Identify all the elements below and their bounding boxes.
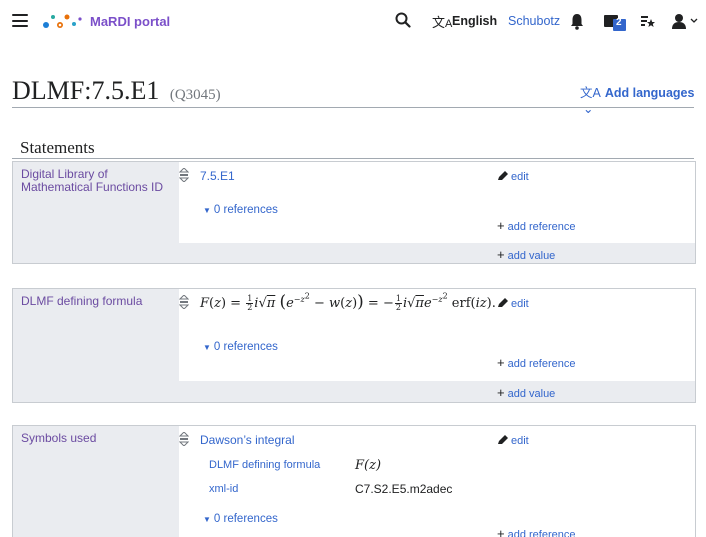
- property-label[interactable]: DLMF defining formula: [13, 289, 179, 314]
- user-menu-icon[interactable]: [672, 13, 698, 29]
- rank-selector-icon[interactable]: [179, 295, 189, 309]
- plus-icon: +: [497, 355, 505, 370]
- plus-icon: +: [497, 385, 505, 400]
- bell-icon[interactable]: [570, 13, 584, 30]
- qualifier-property[interactable]: DLMF defining formula: [209, 459, 320, 471]
- statement: F(z) = 1 2 i√π (e−z2 − w(z)) = −1 2 i√πe−z2 …: [179, 289, 695, 381]
- entity-label: DLMF:7.5.E1: [12, 76, 160, 105]
- edit-button[interactable]: edit: [497, 170, 529, 183]
- add-reference-label: add reference: [507, 221, 576, 233]
- brand-name[interactable]: MaRDI portal: [90, 14, 170, 29]
- main-menu-icon[interactable]: [12, 14, 28, 27]
- statement: Dawson’s integral edit DLMF defining for…: [179, 426, 695, 537]
- references-label: 0 references: [213, 204, 278, 216]
- references-toggle[interactable]: ▼ 0 references: [203, 341, 278, 353]
- statement: 7.5.E1 edit ▼ 0 references + add reference: [179, 162, 695, 243]
- formula-value: F(z) = 1 2 i√π (e−z2 − w(z)) = −1 2 i√πe−z2 …: [200, 291, 496, 312]
- qualifier-value: F(z): [355, 458, 382, 473]
- entity-id: (Q3045): [169, 87, 221, 103]
- edit-label: edit: [511, 298, 529, 310]
- references-label: 0 references: [213, 341, 278, 353]
- add-value-label: add value: [507, 250, 556, 262]
- add-reference-button[interactable]: + add reference: [497, 355, 575, 370]
- rank-selector-icon[interactable]: [179, 168, 189, 182]
- triangle-down-icon: ▼: [203, 515, 211, 524]
- top-bar: MaRDI portal 文A English Schubotz 2: [0, 0, 706, 44]
- qualifier-property[interactable]: xml-id: [209, 483, 238, 495]
- property-label[interactable]: Digital Library of Mathematical Function…: [13, 162, 179, 200]
- language-selector[interactable]: English: [452, 14, 497, 28]
- mardi-logo-icon[interactable]: [40, 11, 88, 31]
- rank-selector-icon[interactable]: [179, 432, 189, 446]
- add-reference-button[interactable]: + add reference: [497, 526, 575, 537]
- statement-value[interactable]: 7.5.E1: [200, 169, 235, 183]
- edit-button[interactable]: edit: [497, 434, 529, 447]
- property-label[interactable]: Symbols used: [13, 426, 179, 451]
- statement-group: DLMF defining formula F(z) = 1 2 i√π (e−z2…: [12, 288, 696, 403]
- pencil-icon: [498, 171, 508, 180]
- statement-value[interactable]: Dawson’s integral: [200, 433, 295, 447]
- translate-icon[interactable]: 文A: [432, 12, 452, 31]
- add-reference-label: add reference: [507, 358, 576, 370]
- statements-divider: [12, 158, 694, 159]
- pencil-icon: [498, 435, 508, 444]
- pencil-icon: [498, 298, 508, 307]
- add-languages-button[interactable]: 文A Add languages ⌄: [580, 82, 706, 116]
- edit-button[interactable]: edit: [497, 297, 529, 310]
- references-toggle[interactable]: ▼ 0 references: [203, 513, 278, 525]
- search-icon[interactable]: [395, 12, 411, 28]
- triangle-down-icon: ▼: [203, 206, 211, 215]
- edit-label: edit: [511, 435, 529, 447]
- watchlist-icon[interactable]: 2: [604, 14, 626, 31]
- plus-icon: +: [497, 247, 505, 262]
- chevron-down-icon: ⌄: [583, 102, 594, 116]
- references-toggle[interactable]: ▼ 0 references: [203, 204, 278, 216]
- watchlist-count: 2: [616, 17, 622, 28]
- title-divider: [12, 107, 694, 108]
- translate-icon: 文A: [580, 86, 601, 100]
- qualifier-value: C7.S2.E5.m2adec: [355, 482, 453, 496]
- add-reference-button[interactable]: + add reference: [497, 218, 575, 233]
- add-value-button[interactable]: + add value: [497, 247, 555, 262]
- user-link[interactable]: Schubotz: [508, 14, 560, 28]
- edit-label: edit: [511, 171, 529, 183]
- statement-group: Digital Library of Mathematical Function…: [12, 161, 696, 264]
- triangle-down-icon: ▼: [203, 343, 211, 352]
- add-value-button[interactable]: + add value: [497, 385, 555, 400]
- plus-icon: +: [497, 526, 505, 537]
- page-title: DLMF:7.5.E1 (Q3045): [12, 76, 221, 106]
- add-languages-label: Add languages: [604, 86, 695, 100]
- watchlist-star-icon[interactable]: [641, 15, 655, 28]
- statements-heading: Statements: [20, 138, 95, 157]
- statement-group: Symbols used Dawson’s integral edit DLMF…: [12, 425, 696, 537]
- add-value-label: add value: [507, 388, 556, 400]
- plus-icon: +: [497, 218, 505, 233]
- references-label: 0 references: [213, 513, 278, 525]
- add-reference-label: add reference: [507, 529, 576, 537]
